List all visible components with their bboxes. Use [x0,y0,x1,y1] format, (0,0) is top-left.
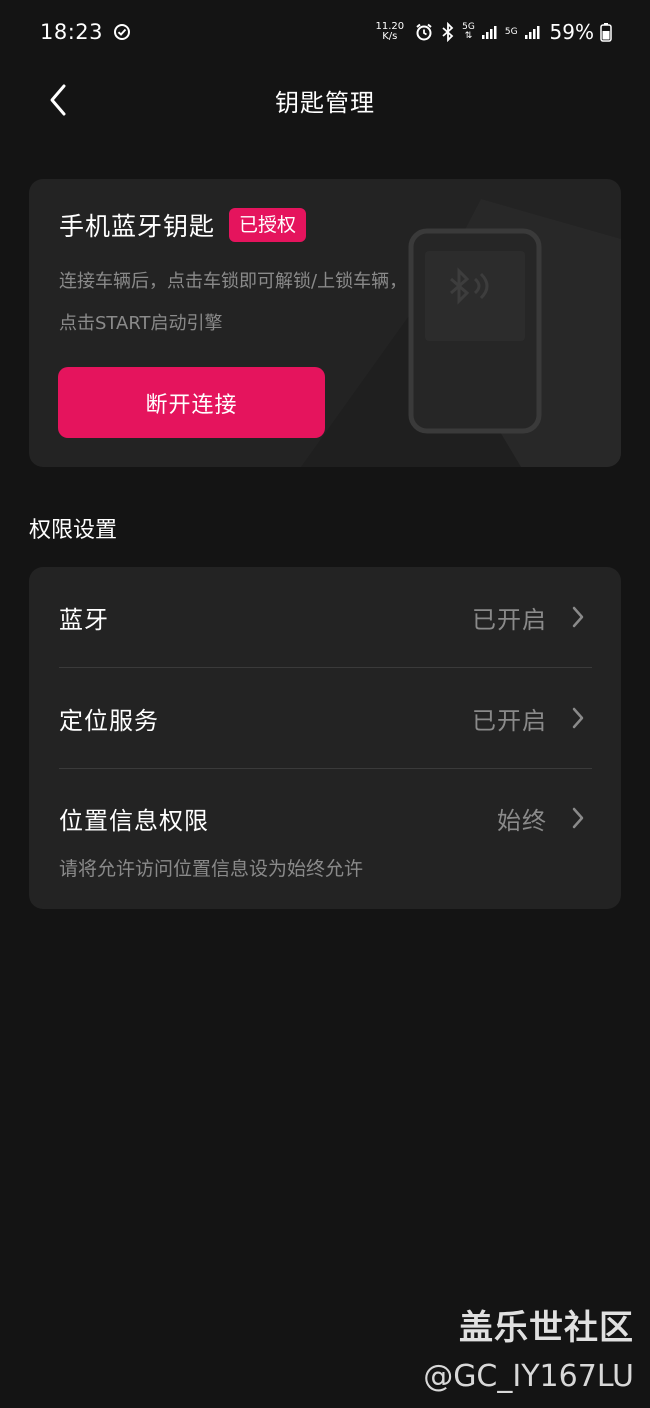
network-type-label-2: 5G [504,26,518,37]
watermark: 盖乐世社区 @GC_IY167LU [423,1300,634,1394]
permission-value-location-service: 已开启 [472,707,547,735]
chevron-right-icon [572,707,584,729]
back-button[interactable] [38,80,78,120]
watermark-community: 盖乐世社区 [459,1308,634,1348]
permission-value-location-access: 始终 [497,807,547,835]
chevron-left-icon [50,84,66,116]
permission-label-bluetooth: 蓝牙 [59,606,109,634]
permissions-section-title: 权限设置 [29,518,118,543]
battery-icon [600,23,612,42]
signal-icon-2 [524,26,540,39]
bluetooth-key-card: 手机蓝牙钥匙 已授权 连接车辆后，点击车锁即可解锁/上锁车辆，点击START启动… [29,179,621,467]
network-5g-indicator-2: 5G [504,26,518,37]
location-permission-hint: 请将允许访问位置信息设为始终允许 [59,858,364,880]
status-bar: 18:23 11.20 K/s 5G ⇅ 5G 59% [0,0,650,64]
network-5g-indicator: 5G ⇅ [462,22,475,41]
bluetooth-icon [442,22,454,42]
watermark-user: @GC_IY167LU [423,1359,634,1394]
network-speed-unit: K/s [382,31,398,42]
key-card-description: 连接车辆后，点击车锁即可解锁/上锁车辆，点击START启动引擎 [59,271,408,334]
chevron-right-icon [572,606,584,628]
authorized-badge: 已授权 [229,208,307,242]
chevron-right-icon [572,807,584,829]
page-title: 钥匙管理 [275,88,375,117]
signal-icon [481,26,497,39]
permissions-card: 蓝牙 已开启 定位服务 已开启 位置信息权限 始终 请将允许访问位置信息设为始终… [29,567,621,909]
status-time: 18:23 [40,20,104,44]
key-management-screen: 18:23 11.20 K/s 5G ⇅ 5G 59% 钥匙管理 手机蓝牙钥匙 … [0,0,650,1408]
key-card-title: 手机蓝牙钥匙 [59,212,216,241]
network-speed: 11.20 K/s [376,22,405,42]
permission-row-location-access[interactable]: 位置信息权限 始终 [29,769,621,909]
permission-row-location-service[interactable]: 定位服务 已开启 [29,668,621,768]
permission-row-bluetooth[interactable]: 蓝牙 已开启 [29,567,621,667]
permission-label-location-access: 位置信息权限 [59,807,209,835]
page-header: 钥匙管理 [0,64,650,136]
permission-label-location-service: 定位服务 [59,707,159,735]
disconnect-button[interactable]: 断开连接 [58,367,325,438]
permission-value-bluetooth: 已开启 [472,606,547,634]
battery-percent: 59% [549,20,594,44]
sync-check-icon [113,23,131,41]
alarm-icon [416,23,432,41]
